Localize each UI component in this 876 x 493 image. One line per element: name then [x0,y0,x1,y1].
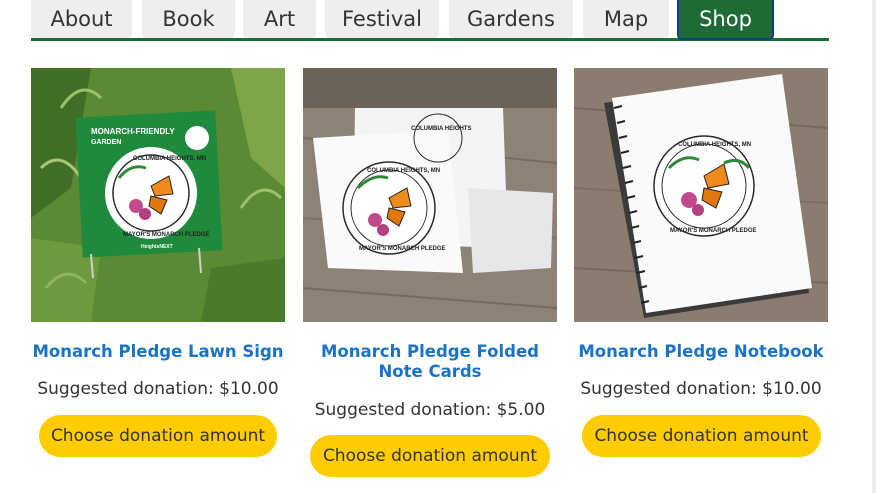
tab-art[interactable]: Art [243,0,316,38]
tab-gardens[interactable]: Gardens [449,0,573,38]
tab-about[interactable]: About [31,0,132,38]
product-title[interactable]: Monarch Pledge Notebook [574,342,828,362]
sign-heading-line1: MONARCH-FRIENDLY [91,127,175,136]
product-price: Suggested donation: $10.00 [580,379,822,399]
choose-donation-button[interactable]: Choose donation amount [310,435,550,477]
choose-donation-button[interactable]: Choose donation amount [582,415,821,457]
svg-text:MAYOR'S MONARCH PLEDGE: MAYOR'S MONARCH PLEDGE [359,246,446,252]
svg-text:COLUMBIA HEIGHTS, MN: COLUMBIA HEIGHTS, MN [678,142,751,148]
product-title[interactable]: Monarch Pledge Lawn Sign [31,342,285,362]
product-image-notebook[interactable]: COLUMBIA HEIGHTS, MN MAYOR'S MONARCH PLE… [574,68,828,322]
tab-book[interactable]: Book [142,0,235,38]
svg-text:COLUMBIA HEIGHTS: COLUMBIA HEIGHTS [411,126,471,132]
tab-shop[interactable]: Shop [677,0,774,40]
sign-heading-line2: GARDEN [91,139,121,146]
product-title[interactable]: Monarch Pledge Folded Note Cards [303,342,557,382]
tab-map[interactable]: Map [583,0,669,38]
svg-text:HeightsNEXT: HeightsNEXT [141,244,173,250]
svg-text:COLUMBIA HEIGHTS, MN: COLUMBIA HEIGHTS, MN [133,156,206,162]
product-price: Suggested donation: $10.00 [37,379,279,399]
product-image-lawn-sign[interactable]: MONARCH-FRIENDLY GARDEN COLUMBIA HEIGHTS… [31,68,285,322]
tab-festival[interactable]: Festival [325,0,439,38]
product-price: Suggested donation: $5.00 [314,400,546,420]
page-right-border [872,0,876,493]
main-nav: About Book Art Festival Gardens Map Shop [31,0,829,41]
svg-text:COLUMBIA HEIGHTS, MN: COLUMBIA HEIGHTS, MN [367,168,440,174]
svg-text:MAYOR'S MONARCH PLEDGE: MAYOR'S MONARCH PLEDGE [670,228,757,234]
svg-text:MAYOR'S MONARCH PLEDGE: MAYOR'S MONARCH PLEDGE [123,232,210,238]
product-image-note-cards[interactable]: COLUMBIA HEIGHTS, MN MAYOR'S MONARCH PLE… [303,68,557,322]
choose-donation-button[interactable]: Choose donation amount [39,415,277,457]
